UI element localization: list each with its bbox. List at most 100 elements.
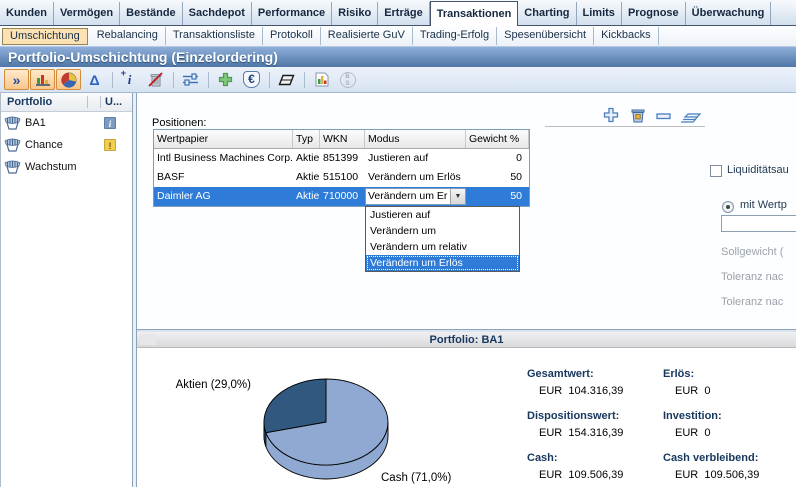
cell-wkn: 515100: [320, 168, 365, 187]
cell-wkn: 710000: [320, 187, 365, 206]
tab-limits[interactable]: Limits: [577, 2, 622, 25]
splitter-grip[interactable]: [140, 334, 156, 345]
delta-icon: Δ: [89, 73, 99, 87]
tab-prognose[interactable]: Prognose: [622, 2, 686, 25]
u-column-header[interactable]: U...: [100, 96, 132, 108]
tab-charting[interactable]: Charting: [518, 2, 576, 25]
toolbar-separator: [304, 72, 305, 88]
combobox-dropdown-button[interactable]: ▼: [450, 189, 465, 204]
info-plus-icon: +i: [128, 72, 132, 88]
chart-view-button[interactable]: [30, 69, 55, 90]
euro-button[interactable]: €: [239, 69, 264, 90]
modus-combobox[interactable]: Verändern um Er ▼: [365, 188, 466, 205]
col-header-wertpapier[interactable]: Wertpapier: [154, 130, 293, 148]
eraser-button[interactable]: [274, 69, 299, 90]
sollgewicht-label: Sollgewicht (: [721, 246, 783, 258]
dropdown-option[interactable]: Verändern um: [366, 223, 519, 239]
subtab-kickbacks[interactable]: Kickbacks: [594, 27, 659, 45]
table-row[interactable]: BASF Aktie 515100 Verändern um Erlös 50: [154, 168, 529, 187]
page-title: Portfolio-Umschichtung (Einzelordering): [0, 47, 796, 67]
cell-modus: Verändern um Erlös: [365, 168, 466, 187]
stat-dispositionswert: Dispositionswert: EUR 154.316,39: [527, 410, 663, 439]
stat-label: Erlös:: [663, 368, 759, 381]
tab-transaktionen[interactable]: Transaktionen: [430, 1, 519, 26]
portfolio-summary-panel: Portfolio: BA1 Aktien (29,0%) Cash (71,0…: [137, 330, 796, 487]
group-divider-line: [545, 126, 705, 127]
subtab-transaktionsliste[interactable]: Transaktionsliste: [166, 27, 263, 45]
eraser-icon: [278, 74, 295, 86]
cascade-windows-icon[interactable]: [679, 107, 701, 123]
dropdown-option[interactable]: Justieren auf: [366, 207, 519, 223]
stat-cash-verbleibend: Cash verbleibend: EUR 109.506,39: [663, 452, 759, 481]
sub-tab-bar: Umschichtung Rebalancing Transaktionslis…: [0, 26, 796, 46]
toolbar-separator: [112, 72, 113, 88]
pie-label-aktien: Aktien (29,0%): [176, 379, 252, 391]
table-row-selected[interactable]: Daimler AG Aktie 710000 Verändern um Er …: [154, 187, 529, 206]
subtab-rebalancing[interactable]: Rebalancing: [90, 27, 166, 45]
bs-button-disabled: BS: [335, 69, 360, 90]
main-tab-bar: Kunden Vermögen Bestände Sachdepot Perfo…: [0, 0, 796, 26]
subtab-umschichtung[interactable]: Umschichtung: [2, 28, 88, 45]
tab-vermoegen[interactable]: Vermögen: [54, 2, 120, 25]
tab-sachdepot[interactable]: Sachdepot: [183, 2, 252, 25]
liquiditaet-checkbox[interactable]: [710, 165, 722, 177]
toleranz-label-1: Toleranz nac: [721, 271, 783, 283]
stat-value: EUR 0: [663, 423, 759, 439]
tab-bestaende[interactable]: Bestände: [120, 2, 183, 25]
subtab-protokoll[interactable]: Protokoll: [263, 27, 321, 45]
tab-kunden[interactable]: Kunden: [0, 2, 54, 25]
tab-ueberwachung[interactable]: Überwachung: [686, 2, 772, 25]
subtab-spesenuebersicht[interactable]: Spesenübersicht: [497, 27, 594, 45]
col-header-wkn[interactable]: WKN: [320, 130, 365, 148]
pie-chart-icon: [61, 72, 77, 88]
portfolio-basket-icon: [4, 138, 21, 152]
summary-stats: Gesamtwert: EUR 104.316,39 Erlös: EUR 0 …: [527, 368, 759, 481]
portfolio-column-header[interactable]: Portfolio: [1, 96, 87, 108]
toolbar: » Δ +i: [0, 67, 796, 93]
delete-all-trash-icon[interactable]: [629, 106, 647, 124]
toleranz-label-2: Toleranz nac: [721, 296, 783, 308]
portfolio-item-label: Wachstum: [25, 161, 104, 173]
allocation-pie-chart: Aktien (29,0%) Cash (71,0%): [137, 350, 517, 487]
expand-chevrons-button[interactable]: »: [4, 69, 29, 90]
add-position-button[interactable]: [213, 69, 238, 90]
add-info-button[interactable]: +i: [117, 69, 142, 90]
col-header-modus[interactable]: Modus: [365, 130, 466, 148]
portfolio-item-ba1[interactable]: BA1 i: [1, 112, 132, 134]
portfolio-item-wachstum[interactable]: Wachstum: [1, 156, 132, 178]
tab-ertraege[interactable]: Erträge: [378, 2, 430, 25]
col-header-typ[interactable]: Typ: [293, 130, 320, 148]
plus-icon: [218, 72, 233, 87]
bs-icon: BS: [340, 72, 356, 88]
toolbar-separator: [269, 72, 270, 88]
settings-sliders-button[interactable]: [178, 69, 203, 90]
sliders-icon: [182, 73, 199, 86]
tab-risiko[interactable]: Risiko: [332, 2, 378, 25]
wert-input[interactable]: [721, 215, 796, 232]
stat-label: Dispositionswert:: [527, 410, 663, 423]
cell-wertpapier: Daimler AG: [154, 187, 293, 206]
add-row-icon[interactable]: [603, 107, 619, 123]
remove-security-button[interactable]: [143, 69, 168, 90]
cell-gewicht: 0: [466, 149, 529, 168]
table-row[interactable]: Intl Business Machines Corp. Aktie 85139…: [154, 149, 529, 168]
col-header-gewicht[interactable]: Gewicht %: [466, 130, 529, 148]
stat-label: Cash verbleibend:: [663, 452, 759, 465]
delta-button[interactable]: Δ: [82, 69, 107, 90]
subtab-realisierte-guv[interactable]: Realisierte GuV: [321, 27, 413, 45]
remove-row-icon[interactable]: [656, 113, 671, 120]
pie-view-button[interactable]: [56, 69, 81, 90]
report-button[interactable]: [309, 69, 334, 90]
portfolio-list-header: Portfolio U...: [1, 93, 132, 112]
tab-performance[interactable]: Performance: [252, 2, 332, 25]
chevron-down-icon: ▼: [455, 187, 462, 206]
pie-label-cash: Cash (71,0%): [381, 472, 451, 484]
dropdown-option[interactable]: Verändern um relativ: [366, 239, 519, 255]
positions-table: Wertpapier Typ WKN Modus Gewicht % Intl …: [153, 129, 530, 207]
portfolio-item-chance[interactable]: Chance !: [1, 134, 132, 156]
dropdown-option-selected[interactable]: Verändern um Erlös: [366, 255, 519, 271]
mit-wert-radio[interactable]: [722, 201, 734, 213]
subtab-trading-erfolg[interactable]: Trading-Erfolg: [413, 27, 497, 45]
euro-icon: €: [243, 71, 260, 88]
liquiditaet-checkbox-label: Liquiditätsau: [727, 164, 789, 176]
